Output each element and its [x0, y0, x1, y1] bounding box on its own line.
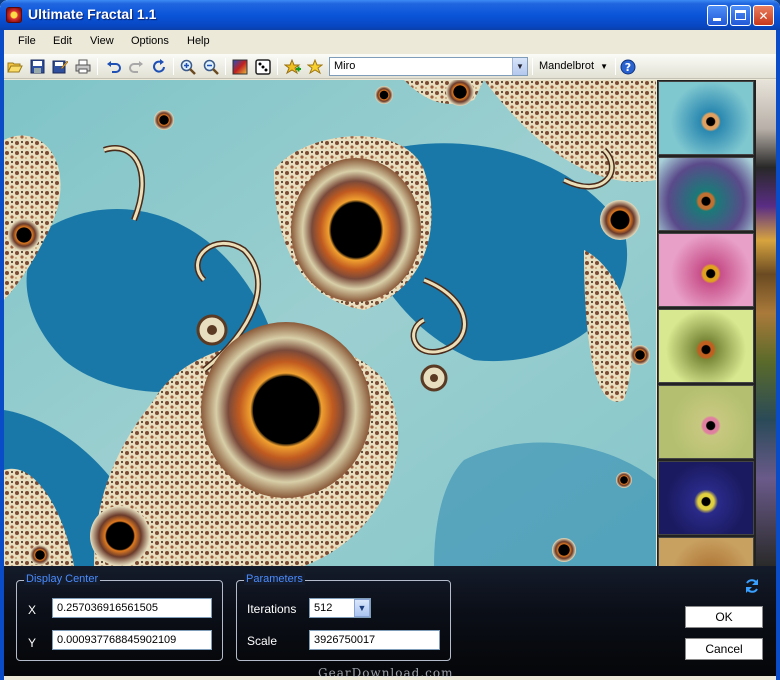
menu-bar: File Edit View Options Help — [4, 31, 776, 53]
zoom-out-icon — [203, 59, 219, 75]
close-icon: ✕ — [758, 8, 769, 23]
title-bar[interactable]: Ultimate Fractal 1.1 ✕ — [0, 0, 780, 30]
thumbnail-7[interactable] — [658, 537, 754, 566]
chevron-down-icon[interactable]: ▼ — [512, 58, 527, 75]
undo-icon — [106, 60, 121, 73]
menu-edit[interactable]: Edit — [53, 35, 72, 47]
thumbnail-4[interactable] — [658, 309, 754, 383]
toolbar-separator — [225, 58, 226, 75]
save-as-button[interactable] — [50, 57, 70, 76]
toolbar-separator — [277, 58, 278, 75]
toolbar-separator — [173, 58, 174, 75]
parameters-panel: Display Center X 0.257036916561505 Y 0.0… — [4, 566, 776, 676]
minimize-button[interactable] — [707, 5, 728, 26]
close-button[interactable]: ✕ — [753, 5, 774, 26]
save-as-icon — [52, 60, 68, 74]
thumbnail-strip[interactable] — [657, 80, 756, 566]
help-icon: ? — [620, 59, 636, 74]
svg-text:?: ? — [625, 61, 631, 74]
scale-value: 3926750017 — [314, 634, 376, 646]
toolbar-separator — [615, 58, 616, 75]
scale-label: Scale — [247, 634, 278, 648]
print-button[interactable] — [73, 57, 93, 76]
menu-help[interactable]: Help — [187, 35, 210, 47]
palette-select-value: Miro — [334, 60, 356, 72]
y-coordinate-value: 0.000937768845902109 — [57, 634, 177, 646]
chevron-down-icon[interactable]: ▼ — [354, 599, 370, 617]
maximize-button[interactable] — [730, 5, 751, 26]
palette-select[interactable]: Miro ▼ — [329, 57, 528, 76]
redo-button[interactable] — [126, 57, 146, 76]
display-center-group: Display Center X 0.257036916561505 Y 0.0… — [16, 573, 223, 661]
toolbar: Miro ▼ Mandelbrot ▼ ? — [4, 54, 776, 79]
menu-options[interactable]: Options — [131, 35, 169, 47]
iterations-label: Iterations — [247, 602, 297, 616]
iterations-select[interactable]: 512 ▼ — [309, 598, 371, 618]
redo-icon — [128, 60, 143, 73]
fractal-canvas[interactable] — [4, 80, 656, 566]
window-border-right — [776, 30, 780, 680]
thumbnail-1[interactable] — [658, 81, 754, 155]
scale-input[interactable]: 3926750017 — [309, 630, 440, 650]
maximize-icon — [735, 10, 746, 20]
x-coordinate-input[interactable]: 0.257036916561505 — [52, 598, 212, 618]
cancel-button[interactable]: Cancel — [685, 638, 763, 660]
minimize-icon — [713, 18, 721, 21]
palette-button[interactable] — [230, 57, 250, 76]
thumbnail-3[interactable] — [658, 233, 754, 307]
add-favorite-icon — [283, 58, 301, 74]
fractal-type-value: Mandelbrot — [539, 60, 595, 72]
x-label: X — [28, 603, 37, 617]
open-button[interactable] — [5, 57, 25, 76]
menu-file[interactable]: File — [18, 35, 36, 47]
thumbnail-2[interactable] — [658, 157, 754, 231]
menu-view[interactable]: View — [90, 35, 114, 47]
open-icon — [7, 62, 23, 72]
display-center-legend: Display Center — [24, 573, 101, 585]
thumbnail-6[interactable] — [658, 461, 754, 535]
print-icon — [75, 59, 91, 74]
palette-gradient-strip[interactable] — [756, 80, 776, 566]
favorite-star-icon — [307, 58, 323, 74]
refresh-icon[interactable] — [744, 578, 760, 594]
zoom-in-icon — [180, 59, 196, 75]
random-button[interactable] — [253, 57, 273, 76]
dropdown-arrow-icon: ▼ — [600, 62, 609, 71]
random-icon — [255, 58, 271, 75]
reset-icon — [152, 59, 165, 73]
zoom-in-button[interactable] — [178, 57, 198, 76]
reset-button[interactable] — [149, 57, 169, 76]
app-icon[interactable] — [6, 7, 22, 23]
favorites-button[interactable] — [305, 57, 325, 76]
save-button[interactable] — [27, 57, 47, 76]
x-coordinate-value: 0.257036916561505 — [57, 602, 158, 614]
thumbnail-5[interactable] — [658, 385, 754, 459]
y-label: Y — [28, 636, 37, 650]
save-icon — [30, 59, 44, 74]
parameters-legend: Parameters — [244, 573, 305, 585]
watermark: GearDownload.com — [318, 666, 454, 680]
help-button[interactable]: ? — [618, 57, 638, 76]
undo-button[interactable] — [103, 57, 123, 76]
fractal-type-dropdown[interactable]: Mandelbrot ▼ — [539, 60, 608, 72]
add-favorite-button[interactable] — [282, 57, 302, 76]
app-window: Ultimate Fractal 1.1 ✕ File Edit View Op… — [0, 0, 780, 680]
ok-button[interactable]: OK — [685, 606, 763, 628]
toolbar-separator — [532, 58, 533, 75]
iterations-value: 512 — [314, 602, 333, 614]
zoom-out-button[interactable] — [201, 57, 221, 76]
parameters-group: Parameters Iterations 512 ▼ Scale 392675… — [236, 573, 451, 661]
palette-icon — [232, 59, 248, 74]
y-coordinate-input[interactable]: 0.000937768845902109 — [52, 630, 212, 650]
toolbar-separator — [97, 58, 98, 75]
window-title: Ultimate Fractal 1.1 — [28, 6, 157, 22]
